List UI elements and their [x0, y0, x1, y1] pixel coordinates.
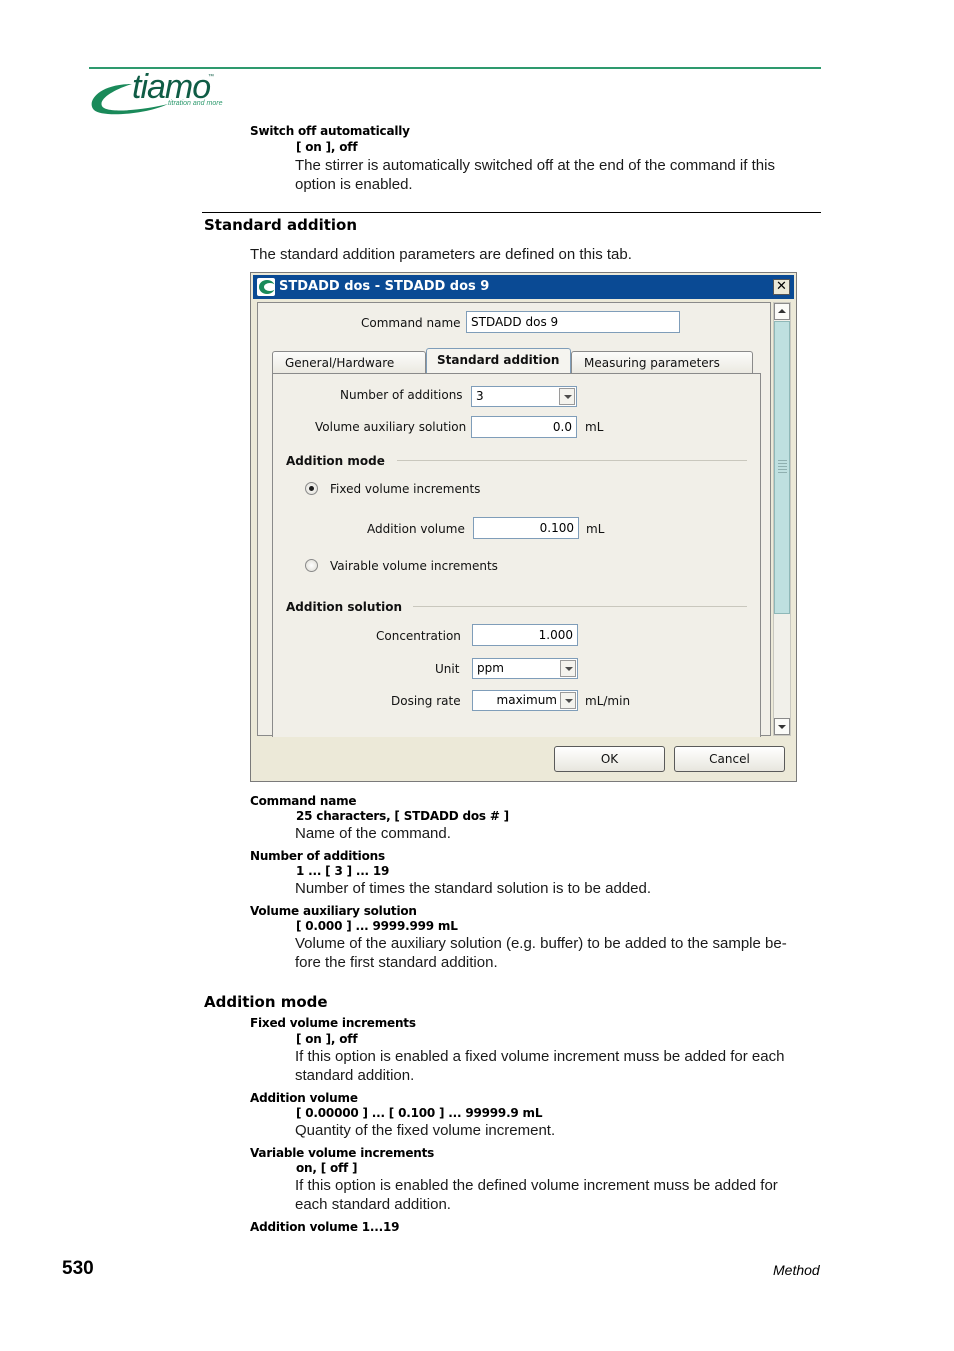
param-range: [ 0.00000 ] ... [ 0.100 ] ... 99999.9 mL — [296, 1106, 543, 1120]
param-desc: Name of the command. — [295, 825, 451, 842]
grip-icon — [778, 460, 787, 474]
number-of-additions-label: Number of additions — [340, 388, 463, 402]
addition-volume-input[interactable]: 0.100 — [473, 517, 579, 539]
section-rule — [202, 212, 821, 213]
number-of-additions-value: 3 — [476, 389, 484, 403]
param-desc-switch-off: The stirrer is automatically switched of… — [295, 156, 775, 194]
desc-line: The stirrer is automatically switched of… — [295, 157, 775, 174]
fixed-volume-radio[interactable] — [305, 482, 318, 495]
dosing-rate-label: Dosing rate — [391, 694, 461, 708]
logo-tagline: titration and more — [168, 100, 223, 107]
dosing-rate-select[interactable]: maximum — [472, 690, 578, 711]
scroll-down-arrow-icon[interactable] — [774, 718, 790, 735]
param-name: Volume auxiliary solution — [250, 904, 417, 918]
desc-line: standard addition. — [295, 1067, 415, 1084]
dialog-content: Command name STDADD dos 9 General/Hardwa… — [257, 302, 771, 737]
unit-label: Unit — [435, 662, 460, 676]
scrollbar-thumb[interactable] — [774, 321, 790, 614]
param-desc: Volume of the auxiliary solution (e.g. b… — [295, 934, 787, 972]
tab-general-hardware[interactable]: General/Hardware — [272, 351, 426, 373]
param-name: Variable volume increments — [250, 1146, 435, 1160]
param-desc: Number of times the standard solution is… — [295, 880, 652, 897]
addition-solution-group-title: Addition solution — [286, 600, 403, 614]
footer-section: Method — [773, 1262, 820, 1278]
param-name: Fixed volume increments — [250, 1016, 416, 1030]
desc-line: Volume of the auxiliary solution (e.g. b… — [295, 935, 787, 952]
scroll-up-arrow-icon[interactable] — [774, 303, 790, 320]
param-name: Number of additions — [250, 849, 385, 863]
ok-button[interactable]: OK — [554, 746, 665, 772]
addition-volume-unit: mL — [586, 522, 605, 536]
dosing-rate-unit: mL/min — [585, 694, 631, 708]
group-divider — [397, 460, 747, 461]
concentration-input[interactable]: 1.000 — [472, 624, 578, 646]
command-name-label: Command name — [361, 316, 461, 330]
app-icon — [257, 278, 275, 296]
close-button[interactable]: ✕ — [773, 279, 790, 295]
param-desc: If this option is enabled a fixed volume… — [295, 1047, 784, 1085]
dialog-titlebar[interactable]: STDADD dos - STDADD dos 9 ✕ — [253, 275, 794, 299]
chevron-down-icon[interactable] — [559, 388, 575, 405]
desc-line: If this option is enabled the defined vo… — [295, 1177, 778, 1194]
concentration-label: Concentration — [376, 629, 461, 643]
param-range: 1 ... [ 3 ] ... 19 — [296, 864, 390, 878]
unit-value: ppm — [477, 661, 504, 675]
desc-line: option is enabled. — [295, 176, 413, 193]
logo-trademark: ™ — [208, 74, 214, 80]
param-range: [ on ], off — [296, 1032, 358, 1046]
addition-mode-title: Addition mode — [204, 993, 328, 1011]
chevron-down-icon[interactable] — [560, 660, 576, 677]
param-name: Command name — [250, 794, 357, 808]
volume-aux-input[interactable]: 0.0 — [471, 416, 577, 438]
param-desc: If this option is enabled the defined vo… — [295, 1176, 778, 1214]
command-name-input[interactable]: STDADD dos 9 — [466, 311, 680, 333]
stdadd-dialog: STDADD dos - STDADD dos 9 ✕ Command name… — [250, 272, 797, 782]
tab-measuring-parameters[interactable]: Measuring parameters — [571, 351, 753, 373]
addition-mode-group-title: Addition mode — [286, 454, 385, 468]
desc-line: each standard addition. — [295, 1196, 451, 1213]
param-desc: Quantity of the fixed volume increment. — [295, 1122, 556, 1139]
chevron-down-icon[interactable] — [560, 692, 576, 709]
unit-select[interactable]: ppm — [472, 658, 578, 679]
fixed-volume-label[interactable]: Fixed volume increments — [330, 482, 480, 496]
param-name: Addition volume — [250, 1091, 358, 1105]
tab-standard-addition[interactable]: Standard addition — [426, 348, 571, 373]
vertical-scrollbar[interactable] — [773, 302, 791, 736]
page-number: 530 — [62, 1258, 94, 1279]
param-name: Addition volume 1...19 — [250, 1220, 400, 1234]
tab-panel-standard-addition: Number of additions 3 Volume auxiliary s… — [272, 373, 761, 737]
section-desc: The standard addition parameters are def… — [250, 246, 632, 263]
param-range-switch-off: [ on ], off — [296, 140, 358, 154]
addition-volume-label: Addition volume — [367, 522, 465, 536]
group-divider — [413, 606, 747, 607]
param-name-switch-off: Switch off automatically — [250, 124, 410, 138]
dialog-title: STDADD dos - STDADD dos 9 — [279, 279, 490, 294]
tiamo-logo: tiamo ™ titration and more — [88, 68, 238, 118]
volume-aux-label: Volume auxiliary solution — [315, 420, 467, 434]
dosing-rate-value: maximum — [496, 693, 557, 707]
section-title: Standard addition — [204, 216, 358, 234]
variable-volume-label[interactable]: Vairable volume increments — [330, 559, 498, 573]
desc-line: fore the first standard addition. — [295, 954, 498, 971]
param-range: on, [ off ] — [296, 1161, 358, 1175]
number-of-additions-select[interactable]: 3 — [471, 386, 577, 407]
volume-aux-unit: mL — [585, 420, 604, 434]
param-range: [ 0.000 ] ... 9999.999 mL — [296, 919, 458, 933]
desc-line: If this option is enabled a fixed volume… — [295, 1048, 785, 1065]
variable-volume-radio[interactable] — [305, 559, 318, 572]
param-range: 25 characters, [ STDADD dos # ] — [296, 809, 509, 823]
cancel-button[interactable]: Cancel — [674, 746, 785, 772]
